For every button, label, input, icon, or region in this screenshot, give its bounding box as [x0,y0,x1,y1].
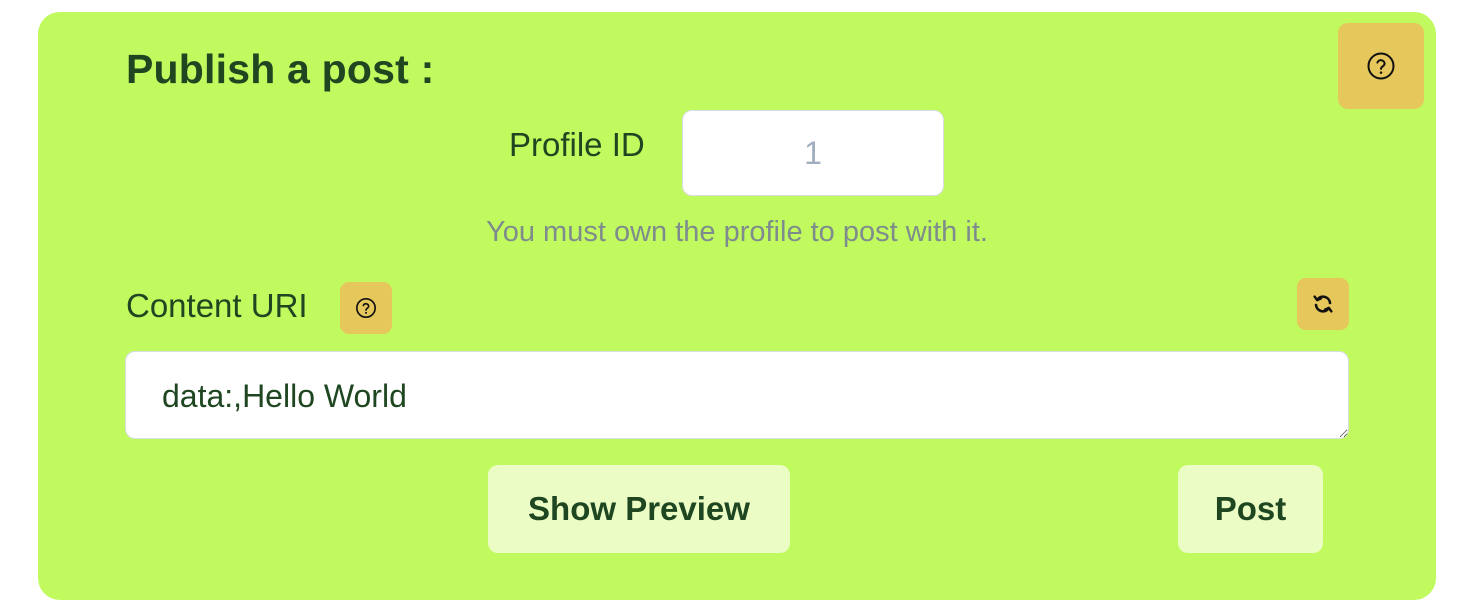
content-uri-input[interactable]: data:,Hello World [125,351,1349,439]
content-uri-help-button[interactable] [340,282,392,334]
question-circle-icon [356,298,376,318]
post-button[interactable]: Post [1178,465,1323,553]
profile-id-label: Profile ID [509,126,645,163]
profile-hint: You must own the profile to post with it… [486,216,988,248]
show-preview-button[interactable]: Show Preview [488,465,790,553]
refresh-icon [1313,295,1333,313]
form-title: Publish a post : [126,46,435,92]
refresh-button[interactable] [1297,278,1349,330]
content-uri-label: Content URI [126,287,308,324]
help-button[interactable] [1338,23,1424,109]
question-circle-icon [1367,52,1395,80]
profile-id-input[interactable] [682,110,944,196]
publish-post-card: Publish a post : Profile ID You must own… [38,12,1436,600]
